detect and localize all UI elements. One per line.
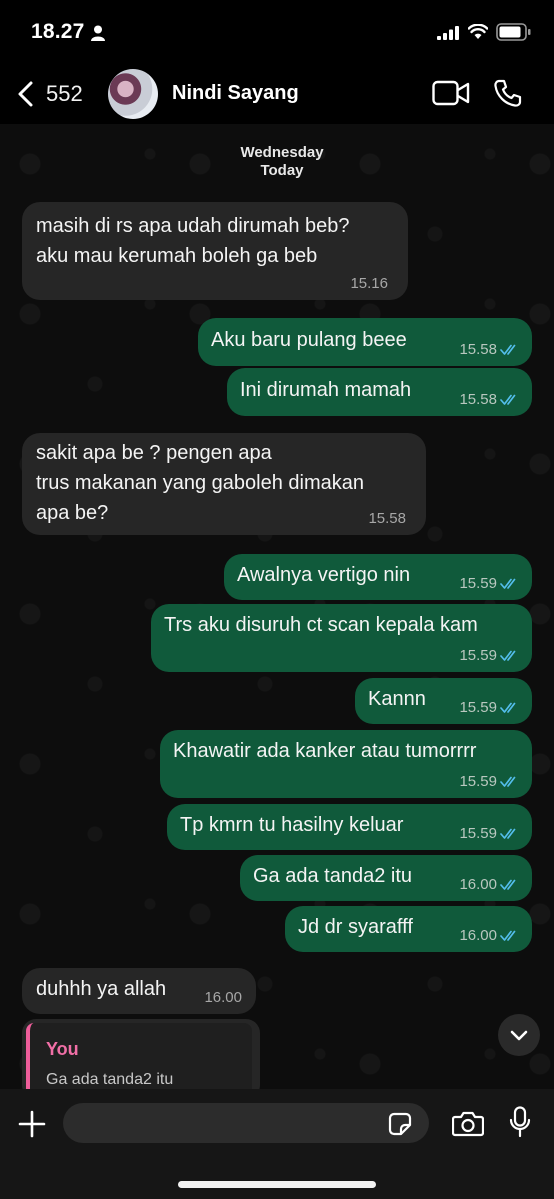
message-bubble-outgoing[interactable]: Ga ada tanda2 itu 16.00 (240, 855, 532, 901)
status-time: 18.27 (31, 20, 85, 43)
message-bubble-outgoing[interactable]: Tp kmrn tu hasilny keluar 15.59 (167, 804, 532, 850)
scroll-to-bottom-button[interactable] (498, 1014, 540, 1056)
message-bubble-outgoing[interactable]: Kannn 15.59 (355, 678, 532, 724)
home-indicator[interactable] (178, 1181, 376, 1188)
message-time: 16.00 (204, 989, 242, 1006)
quoted-text: Ga ada tanda2 itu (46, 1071, 174, 1088)
date-chip-label: Today (260, 162, 304, 179)
camera-icon[interactable] (452, 1111, 484, 1137)
read-receipt-icon (500, 930, 516, 941)
status-bar: 18.27 (0, 0, 554, 62)
chat-header: 552 Nindi Sayang (0, 62, 554, 124)
read-receipt-icon (500, 879, 516, 890)
message-meta: 15.59 (459, 773, 520, 791)
message-time: 16.00 (459, 927, 497, 944)
message-bubble-outgoing[interactable]: Jd dr syarafff 16.00 (285, 906, 532, 952)
message-bubble-outgoing[interactable]: Awalnya vertigo nin 15.59 (224, 554, 532, 600)
phone-icon[interactable] (493, 78, 523, 108)
message-bubble-outgoing[interactable]: Ini dirumah mamah 15.58 (227, 368, 532, 416)
message-time: 15.59 (459, 825, 497, 842)
date-chip: Wednesday Today (228, 144, 336, 180)
message-text: masih di rs apa udah dirumah beb? aku ma… (36, 215, 350, 267)
read-receipt-icon (500, 578, 516, 589)
message-meta: 15.59 (459, 699, 520, 717)
cellular-signal-icon (437, 26, 459, 40)
message-time: 15.59 (459, 773, 497, 790)
battery-icon (496, 23, 531, 41)
chat-thread[interactable]: Wednesday Today masih di rs apa udah dir… (0, 124, 554, 1089)
message-text: Khawatir ada kanker atau tumorrrr (173, 740, 477, 762)
message-meta: 16.00 (459, 927, 520, 945)
message-input[interactable] (63, 1103, 429, 1143)
read-receipt-icon (500, 702, 516, 713)
chevron-down-icon (510, 1030, 528, 1041)
back-chevron-icon[interactable] (16, 80, 34, 108)
message-bubble-outgoing[interactable]: Trs aku disuruh ct scan kepala kam 15.59 (151, 604, 532, 672)
message-meta: 15.58 (459, 341, 520, 359)
message-time: 15.58 (459, 341, 497, 358)
message-bubble-incoming[interactable]: duhhh ya allah 16.00 (22, 968, 256, 1014)
sticker-icon[interactable] (388, 1112, 412, 1136)
message-time: 16.00 (459, 876, 497, 893)
message-meta: 15.59 (459, 825, 520, 843)
message-text: Trs aku disuruh ct scan kepala kam (164, 614, 478, 636)
message-time: 15.59 (459, 575, 497, 592)
message-time: 15.59 (459, 699, 497, 716)
contact-name[interactable]: Nindi Sayang (172, 82, 299, 105)
quoted-message[interactable]: You Ga ada tanda2 itu (26, 1023, 252, 1089)
wifi-icon (468, 24, 488, 39)
avatar[interactable] (108, 69, 158, 119)
reply-message-bubble[interactable]: You Ga ada tanda2 itu (22, 1019, 260, 1089)
read-receipt-icon (500, 776, 516, 787)
message-time: 15.58 (459, 391, 497, 408)
read-receipt-icon (500, 394, 516, 405)
read-receipt-icon (500, 344, 516, 355)
message-time: 15.59 (459, 647, 497, 664)
plus-icon[interactable] (18, 1110, 46, 1138)
message-meta: 15.59 (459, 575, 520, 593)
message-time: 15.58 (368, 510, 406, 527)
video-call-icon[interactable] (432, 80, 470, 106)
read-receipt-icon (500, 650, 516, 661)
message-time: 15.16 (350, 275, 388, 292)
message-meta: 15.59 (459, 647, 520, 665)
read-receipt-icon (500, 828, 516, 839)
date-chip-day: Wednesday (240, 144, 324, 161)
person-icon (91, 25, 105, 41)
message-bubble-outgoing[interactable]: Khawatir ada kanker atau tumorrrr 15.59 (160, 730, 532, 798)
quoted-sender: You (46, 1039, 79, 1059)
message-bubble-incoming[interactable]: masih di rs apa udah dirumah beb? aku ma… (22, 202, 408, 300)
message-bubble-outgoing[interactable]: Aku baru pulang beee 15.58 (198, 318, 532, 366)
microphone-icon[interactable] (509, 1106, 531, 1138)
unread-chats-count[interactable]: 552 (46, 81, 83, 107)
message-bubble-incoming[interactable]: sakit apa be ? pengen apa trus makanan y… (22, 433, 426, 535)
message-meta: 16.00 (459, 876, 520, 894)
message-meta: 15.58 (459, 391, 520, 409)
